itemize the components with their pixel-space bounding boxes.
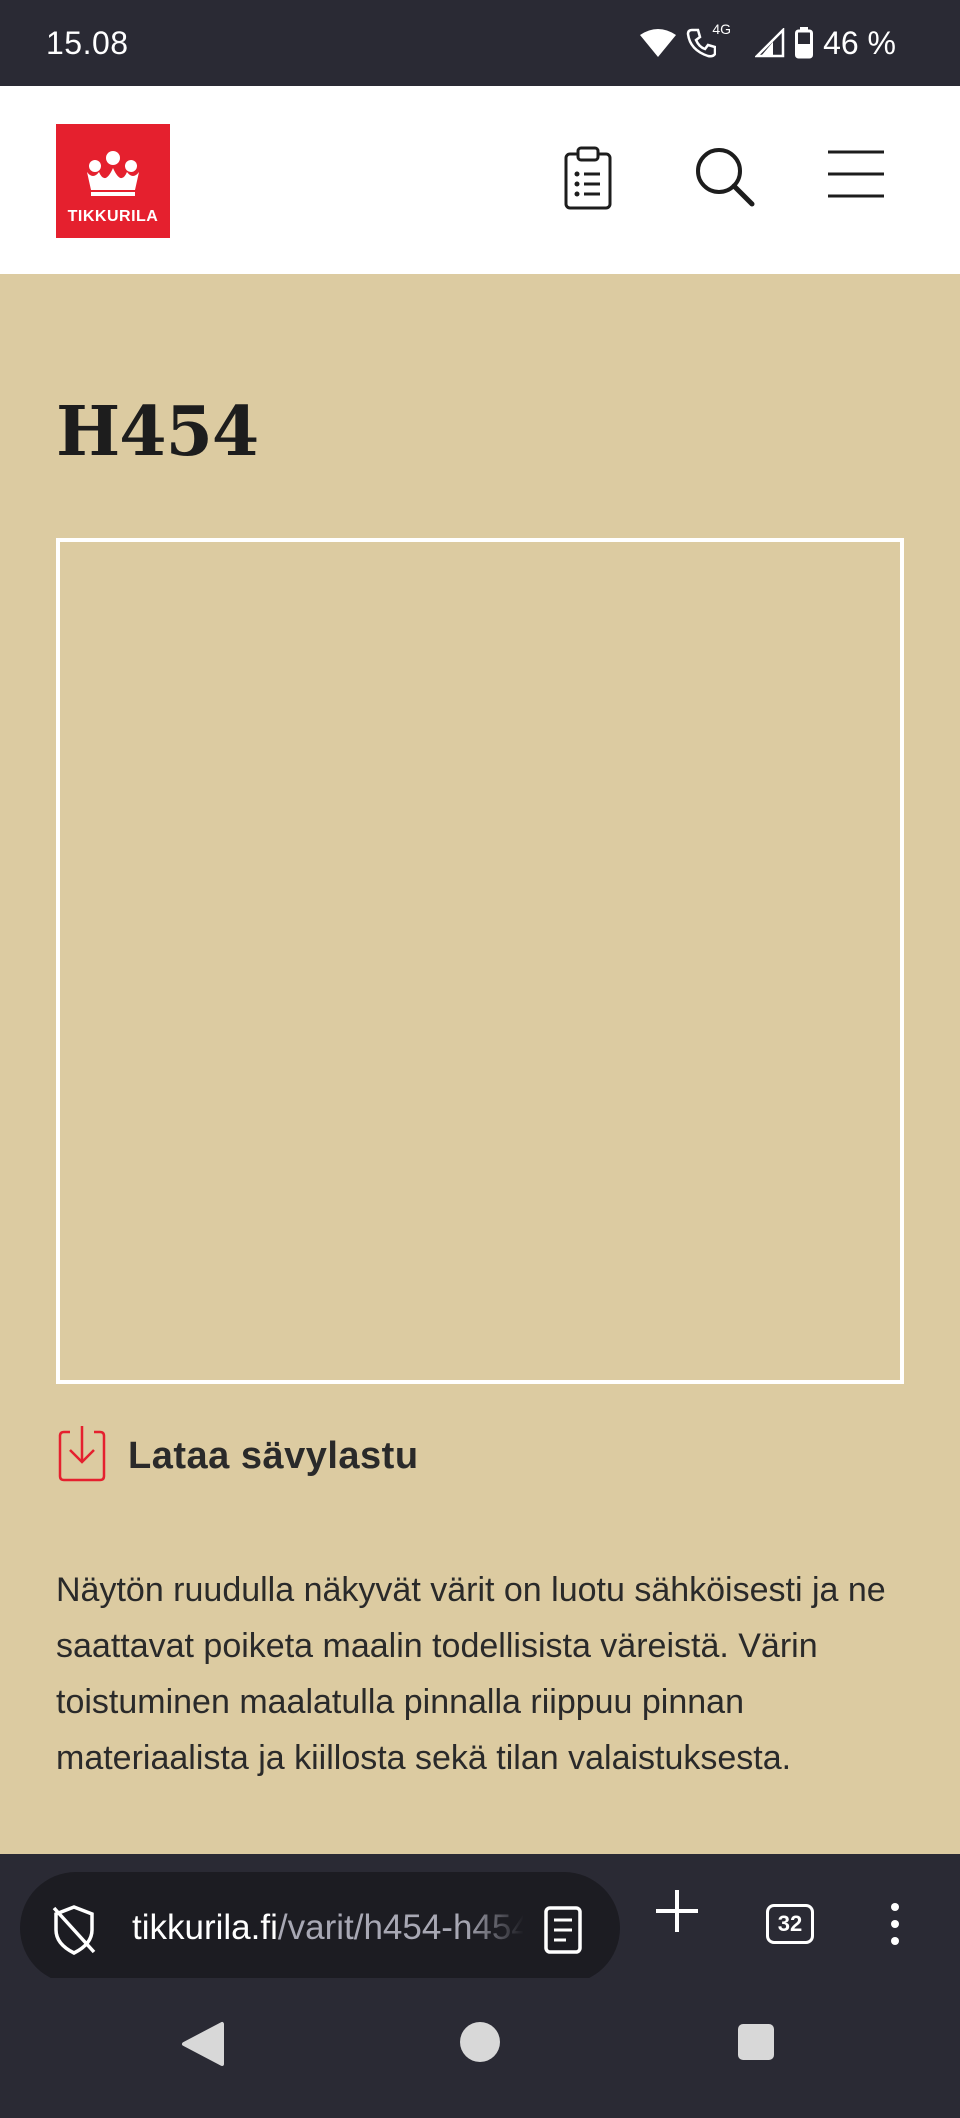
download-icon bbox=[56, 1424, 108, 1489]
download-swatch-button[interactable]: Lataa sävylastu bbox=[56, 1424, 419, 1489]
home-icon[interactable] bbox=[458, 2020, 502, 2069]
browser-toolbar: tikkurila.fi/varit/h454-h454 32 bbox=[0, 1854, 960, 1984]
network-type: 4G bbox=[712, 21, 732, 37]
new-tab-icon[interactable] bbox=[654, 1888, 700, 1939]
color-swatch bbox=[56, 538, 904, 1384]
url-path: /varit/h454-h454 bbox=[277, 1908, 524, 1947]
address-bar[interactable]: tikkurila.fi/varit/h454-h454 bbox=[20, 1872, 620, 1984]
clipboard-icon[interactable] bbox=[562, 146, 614, 215]
back-icon[interactable] bbox=[180, 2020, 224, 2073]
tab-count-button[interactable]: 32 bbox=[766, 1904, 814, 1944]
battery-icon bbox=[795, 27, 814, 59]
battery-percent: 46 % bbox=[823, 24, 896, 61]
tikkurila-logo[interactable]: TIKKURILA bbox=[56, 124, 170, 238]
signal-icon bbox=[755, 28, 785, 58]
download-label: Lataa sävylastu bbox=[128, 1435, 419, 1477]
recent-apps-icon[interactable] bbox=[736, 2022, 776, 2067]
status-bar: 15.08 4G 46 % bbox=[0, 0, 960, 86]
system-nav-bar bbox=[0, 1978, 960, 2118]
logo-text: TIKKURILA bbox=[67, 208, 159, 225]
crown-icon bbox=[87, 151, 139, 196]
status-icons: 4G 46 % bbox=[640, 21, 896, 62]
site-header: TIKKURILA bbox=[0, 86, 960, 274]
url-text[interactable]: tikkurila.fi/varit/h454-h454 bbox=[132, 1908, 524, 1952]
status-time: 15.08 bbox=[46, 24, 129, 61]
shield-off-icon[interactable] bbox=[50, 1904, 98, 1961]
page-title: H454 bbox=[56, 392, 259, 472]
hamburger-menu-icon[interactable] bbox=[826, 146, 886, 207]
search-icon[interactable] bbox=[694, 146, 756, 213]
more-options-icon[interactable] bbox=[890, 1902, 900, 1951]
color-disclaimer: Näytön ruudulla näkyvät värit on luotu s… bbox=[56, 1571, 886, 1777]
url-domain: tikkurila.fi bbox=[132, 1908, 278, 1947]
wifi-icon bbox=[640, 29, 677, 57]
reader-mode-icon[interactable] bbox=[544, 1906, 582, 1959]
